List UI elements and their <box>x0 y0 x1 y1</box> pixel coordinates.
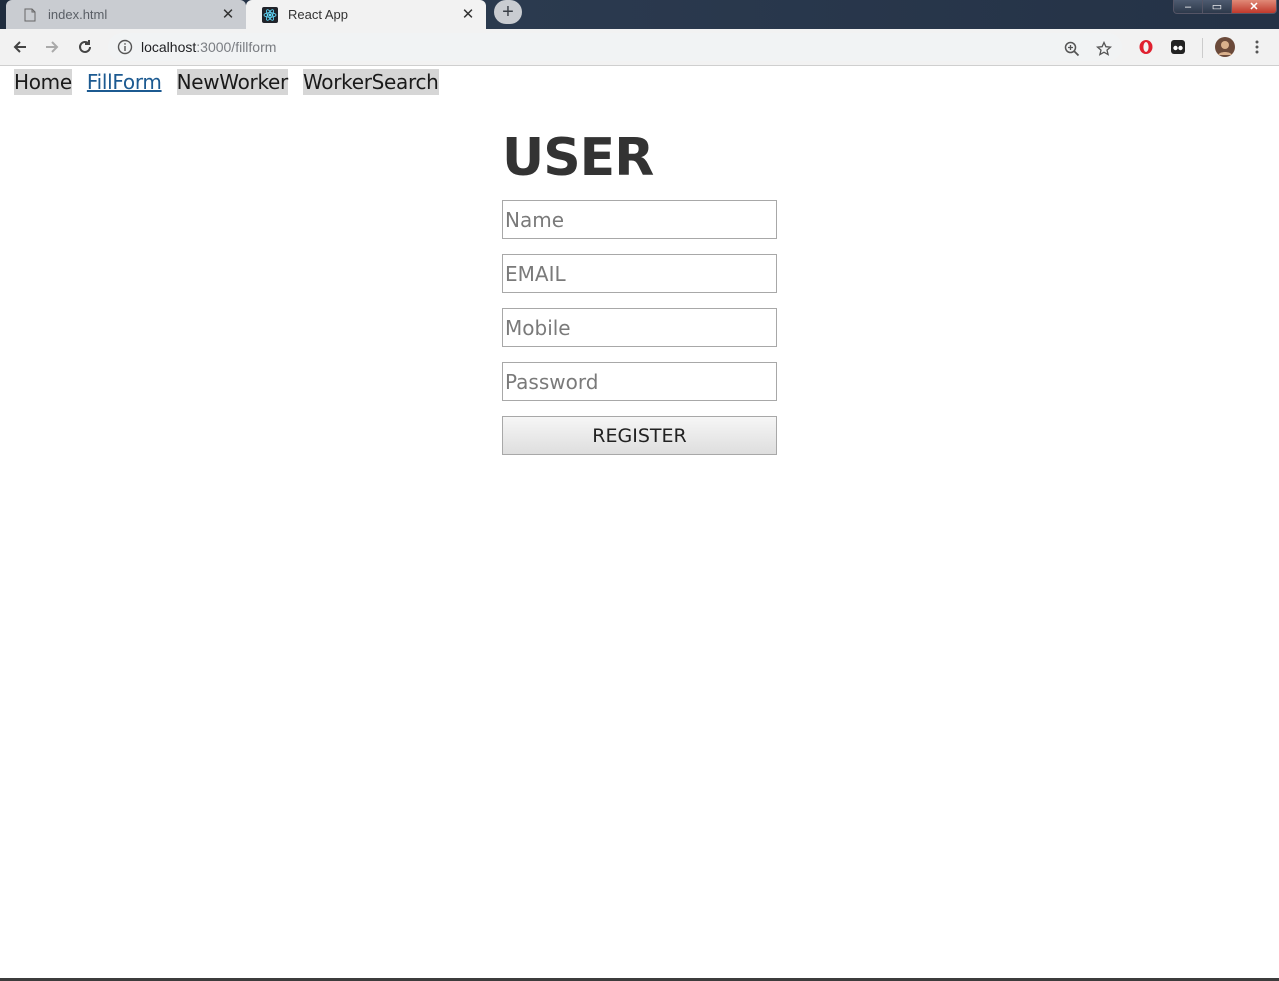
name-field[interactable] <box>502 200 777 239</box>
user-form: USER REGISTER <box>502 126 777 455</box>
minimize-icon[interactable]: – <box>1173 0 1203 14</box>
opera-extension-icon[interactable] <box>1137 38 1155 56</box>
back-arrow-icon[interactable] <box>10 37 30 57</box>
register-button[interactable]: REGISTER <box>502 416 777 455</box>
tab-label: React App <box>288 7 348 22</box>
url-path: :3000/fillform <box>196 39 277 55</box>
bookmark-star-icon[interactable] <box>1095 40 1113 58</box>
file-icon <box>22 7 38 23</box>
top-nav: Home FillForm NewWorker WorkerSearch <box>14 69 454 95</box>
tab-label: index.html <box>48 7 108 22</box>
nav-link-newworker[interactable]: NewWorker <box>176 69 288 95</box>
close-icon[interactable]: ✕ <box>460 6 476 23</box>
new-tab-icon[interactable]: + <box>494 0 522 24</box>
zoom-icon[interactable] <box>1063 40 1081 58</box>
toolbar-divider <box>1202 38 1203 58</box>
browser-titlebar: index.html ✕ React App ✕ + – ▭ ✕ <box>0 0 1279 29</box>
mobile-field[interactable] <box>502 308 777 347</box>
close-icon[interactable]: ✕ <box>220 6 236 23</box>
address-bar[interactable]: localhost:3000/fillform <box>108 33 1122 61</box>
nav-link-workersearch[interactable]: WorkerSearch <box>302 69 439 95</box>
tab-index-html[interactable]: index.html ✕ <box>6 0 246 29</box>
maximize-icon[interactable]: ▭ <box>1202 0 1232 14</box>
react-icon <box>262 6 278 23</box>
form-title: USER <box>502 128 654 188</box>
nav-link-fillform[interactable]: FillForm <box>87 69 162 95</box>
nav-link-home[interactable]: Home <box>14 69 72 95</box>
url-text[interactable]: localhost:3000/fillform <box>141 39 276 55</box>
avatar[interactable] <box>1214 36 1236 58</box>
menu-kebab-icon[interactable] <box>1248 38 1266 56</box>
extension-icon[interactable] <box>1169 38 1187 56</box>
forward-arrow-icon[interactable] <box>42 37 62 57</box>
password-field[interactable] <box>502 362 777 401</box>
url-host: localhost <box>141 39 197 55</box>
info-icon[interactable] <box>117 39 133 55</box>
reload-icon[interactable] <box>75 37 95 57</box>
tab-react-app[interactable]: React App ✕ <box>246 0 486 29</box>
browser-toolbar: localhost:3000/fillform <box>0 29 1279 66</box>
window-close-icon[interactable]: ✕ <box>1231 0 1277 14</box>
email-field[interactable] <box>502 254 777 293</box>
